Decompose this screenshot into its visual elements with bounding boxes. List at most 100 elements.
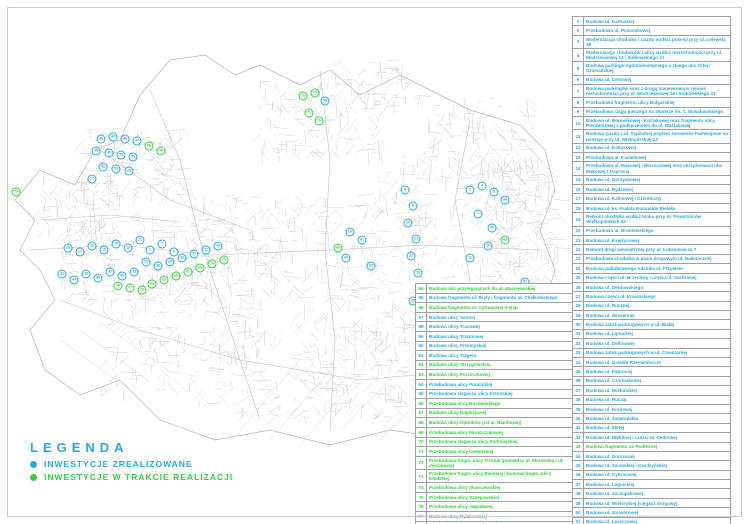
- investment-row: 22Remont drogi wewnętrznej przy ul. Łuka…: [573, 245, 731, 254]
- investment-number: 48: [573, 489, 584, 498]
- investment-number: 26: [573, 282, 584, 291]
- map-marker-54: 54: [157, 147, 166, 156]
- investment-map-page: 4445464748495051525326275654126121314151…: [0, 0, 749, 524]
- investment-row: 38Budowa ul. Ruczaj: [573, 395, 731, 404]
- investment-label: Budowa ul. Gorzyskowej: [584, 175, 731, 184]
- investment-number: 36: [573, 376, 584, 385]
- investment-number: 47: [573, 480, 584, 489]
- investment-number: 37: [573, 386, 584, 395]
- investment-label: Budowa ul. Certowej: [584, 75, 731, 84]
- legend-item-label: INWESTYCJE ZREALIZOWANE: [44, 459, 193, 469]
- investment-label: Remont chodnika wzdłuż bloku przy Al. Po…: [584, 213, 731, 226]
- map-marker-23: 23: [142, 258, 151, 267]
- investment-number: 29: [573, 311, 584, 320]
- investment-label: Budowa fragmentu ul. Bryły i fragmentu u…: [427, 293, 573, 303]
- investment-row: 1Budowa ul. Kartuskiej: [573, 17, 731, 26]
- investment-number: 61: [416, 351, 427, 361]
- investment-label: Budowa ul. Paprociej: [584, 367, 731, 376]
- investment-number: 8: [573, 98, 584, 107]
- investment-row: 43Budowa fragmentu ul. Podleśnej: [573, 442, 731, 451]
- investment-number: 38: [573, 395, 584, 404]
- map-marker-42: 42: [488, 224, 497, 233]
- map-marker-21: 21: [412, 235, 421, 244]
- investment-row: 26Budowa ul. Derdowskiego: [573, 282, 731, 291]
- investment-number: 34: [573, 358, 584, 367]
- investment-label: Budowa ul. Szumskiej i Kwidzyńskiej: [584, 461, 731, 470]
- map-marker-74: 74: [208, 260, 217, 269]
- investment-number: 12: [573, 143, 584, 152]
- map-marker-48: 48: [92, 147, 101, 156]
- investment-row: 30Budowa zatok parkingowych w ul. Białej: [573, 320, 731, 329]
- investment-number: 22: [573, 245, 584, 254]
- investment-label: Przebudowa fragm. ulicy Bielskiej i budo…: [427, 469, 573, 482]
- investment-label: Budowa ulicy Trzcinowej: [427, 331, 573, 341]
- investment-row: 73Przebudowa fragm. ulicy Bielskiej i bu…: [416, 469, 573, 482]
- investment-label: Budowa ul. Księżycowej: [584, 235, 731, 244]
- map-marker-63: 63: [160, 276, 169, 285]
- map-marker-34: 34: [501, 196, 510, 205]
- map-marker-22: 22: [407, 252, 416, 261]
- map-marker-19: 19: [414, 269, 423, 278]
- investment-number: 41: [573, 423, 584, 432]
- map-marker-72: 72: [299, 92, 308, 101]
- map-marker-35: 35: [130, 268, 139, 277]
- investment-row: 47Budowa ul. Legnickiej: [573, 480, 731, 489]
- map-marker-14: 14: [112, 240, 121, 249]
- investment-row: 57Budowa ulicy Sennej: [416, 312, 573, 322]
- investment-label: Przebudowa ul. Broniewskiego: [584, 226, 731, 235]
- investment-label: Przebudowa ulicy Szpęgawskiej: [427, 492, 573, 502]
- investment-label: Budowa ul. Kredowej: [584, 404, 731, 413]
- investment-label: Budowa ul. Cytrusowej: [584, 470, 731, 479]
- investment-number: 14: [573, 162, 584, 175]
- investment-label: Budowa zatok parkingowych w ul. Cmentarn…: [584, 348, 731, 357]
- investment-label: Remont drogi wewnętrznej przy ul. Łukasi…: [584, 245, 731, 254]
- investment-label: Budowa zjazdu z ul. Szpitalnej poprzez t…: [584, 130, 731, 143]
- map-marker-73: 73: [311, 89, 320, 98]
- investment-number: 28: [573, 301, 584, 310]
- completed-dot-icon: [30, 461, 37, 468]
- investment-number: 42: [573, 433, 584, 442]
- investment-table-right: 1Budowa ul. Kartuskiej2Przebudowa ul. Po…: [572, 16, 731, 524]
- map-marker-16: 16: [88, 242, 97, 251]
- investment-label: Przebudowa ul. Makowej i Bluszczowej ora…: [584, 162, 731, 175]
- investment-row: 16Budowa ul. Rydzowej: [573, 185, 731, 194]
- investment-label: Budowa fragmentu ul. Podleśnej: [584, 442, 731, 451]
- investment-number: 56: [416, 303, 427, 313]
- investment-row: 2Przebudowa ul. Poziomkowej: [573, 26, 731, 35]
- investment-number: 16: [573, 185, 584, 194]
- investment-label: Przebudowa ulicy Morszczukowej: [427, 427, 573, 437]
- investment-row: 67Budowa ulicy Daglezjowej: [416, 408, 573, 418]
- investment-row: 14Przebudowa ul. Makowej i Bluszczowej o…: [573, 162, 731, 175]
- investment-label: Przebudowa sięgacza ulicy Estońskiej: [427, 389, 573, 399]
- investment-label: Budowa części ul. Krasińskiego: [584, 292, 731, 301]
- investment-row: 61Budowa ulicy Trägera: [416, 351, 573, 361]
- investment-label: Budowa ulicy Trägera: [427, 351, 573, 361]
- investment-number: 68: [416, 418, 427, 428]
- map-marker-13: 13: [124, 244, 133, 253]
- map-marker-17: 17: [76, 248, 85, 257]
- investment-row: 10Budowa ul. Borowikowej i Koźlakowej or…: [573, 117, 731, 130]
- investment-label: Budowa części ul. Brzechwy i części ul. …: [584, 273, 731, 282]
- investment-label: Budowa ulicy Daglezjowej: [427, 408, 573, 418]
- map-marker-46: 46: [121, 135, 130, 144]
- investment-number: 9: [573, 107, 584, 116]
- investment-row: 19Remont chodnika wzdłuż bloku przy Al. …: [573, 213, 731, 226]
- investment-number: 25: [573, 273, 584, 282]
- map-marker-15: 15: [100, 246, 109, 255]
- map-marker-26: 26: [125, 167, 134, 176]
- map-marker-78: 78: [114, 282, 123, 291]
- investment-number: 74: [416, 483, 427, 493]
- investment-label: Budowa ul. Złotej: [584, 423, 731, 432]
- map-marker-39: 39: [82, 270, 91, 279]
- investment-row: 50Budowa ul. Szuwarowej: [573, 508, 731, 517]
- investment-number: 35: [573, 367, 584, 376]
- investment-row: 62Budowa ulicy Strzygowskiej: [416, 360, 573, 370]
- map-marker-71: 71: [305, 109, 314, 118]
- investment-label: Budowa ul. Legnickiej: [584, 480, 731, 489]
- investment-row: 29Budowa ul. Wiosennej: [573, 311, 731, 320]
- map-marker-1: 1: [146, 246, 155, 255]
- map-marker-49: 49: [105, 149, 114, 158]
- investment-label: Przebudowa ul. Kameliowej: [584, 153, 731, 162]
- investment-row: 71Przebudowa ulicy Cedyńskiej: [416, 447, 573, 457]
- investment-label: Budowa ulicy Ryszewskiej: [427, 512, 573, 522]
